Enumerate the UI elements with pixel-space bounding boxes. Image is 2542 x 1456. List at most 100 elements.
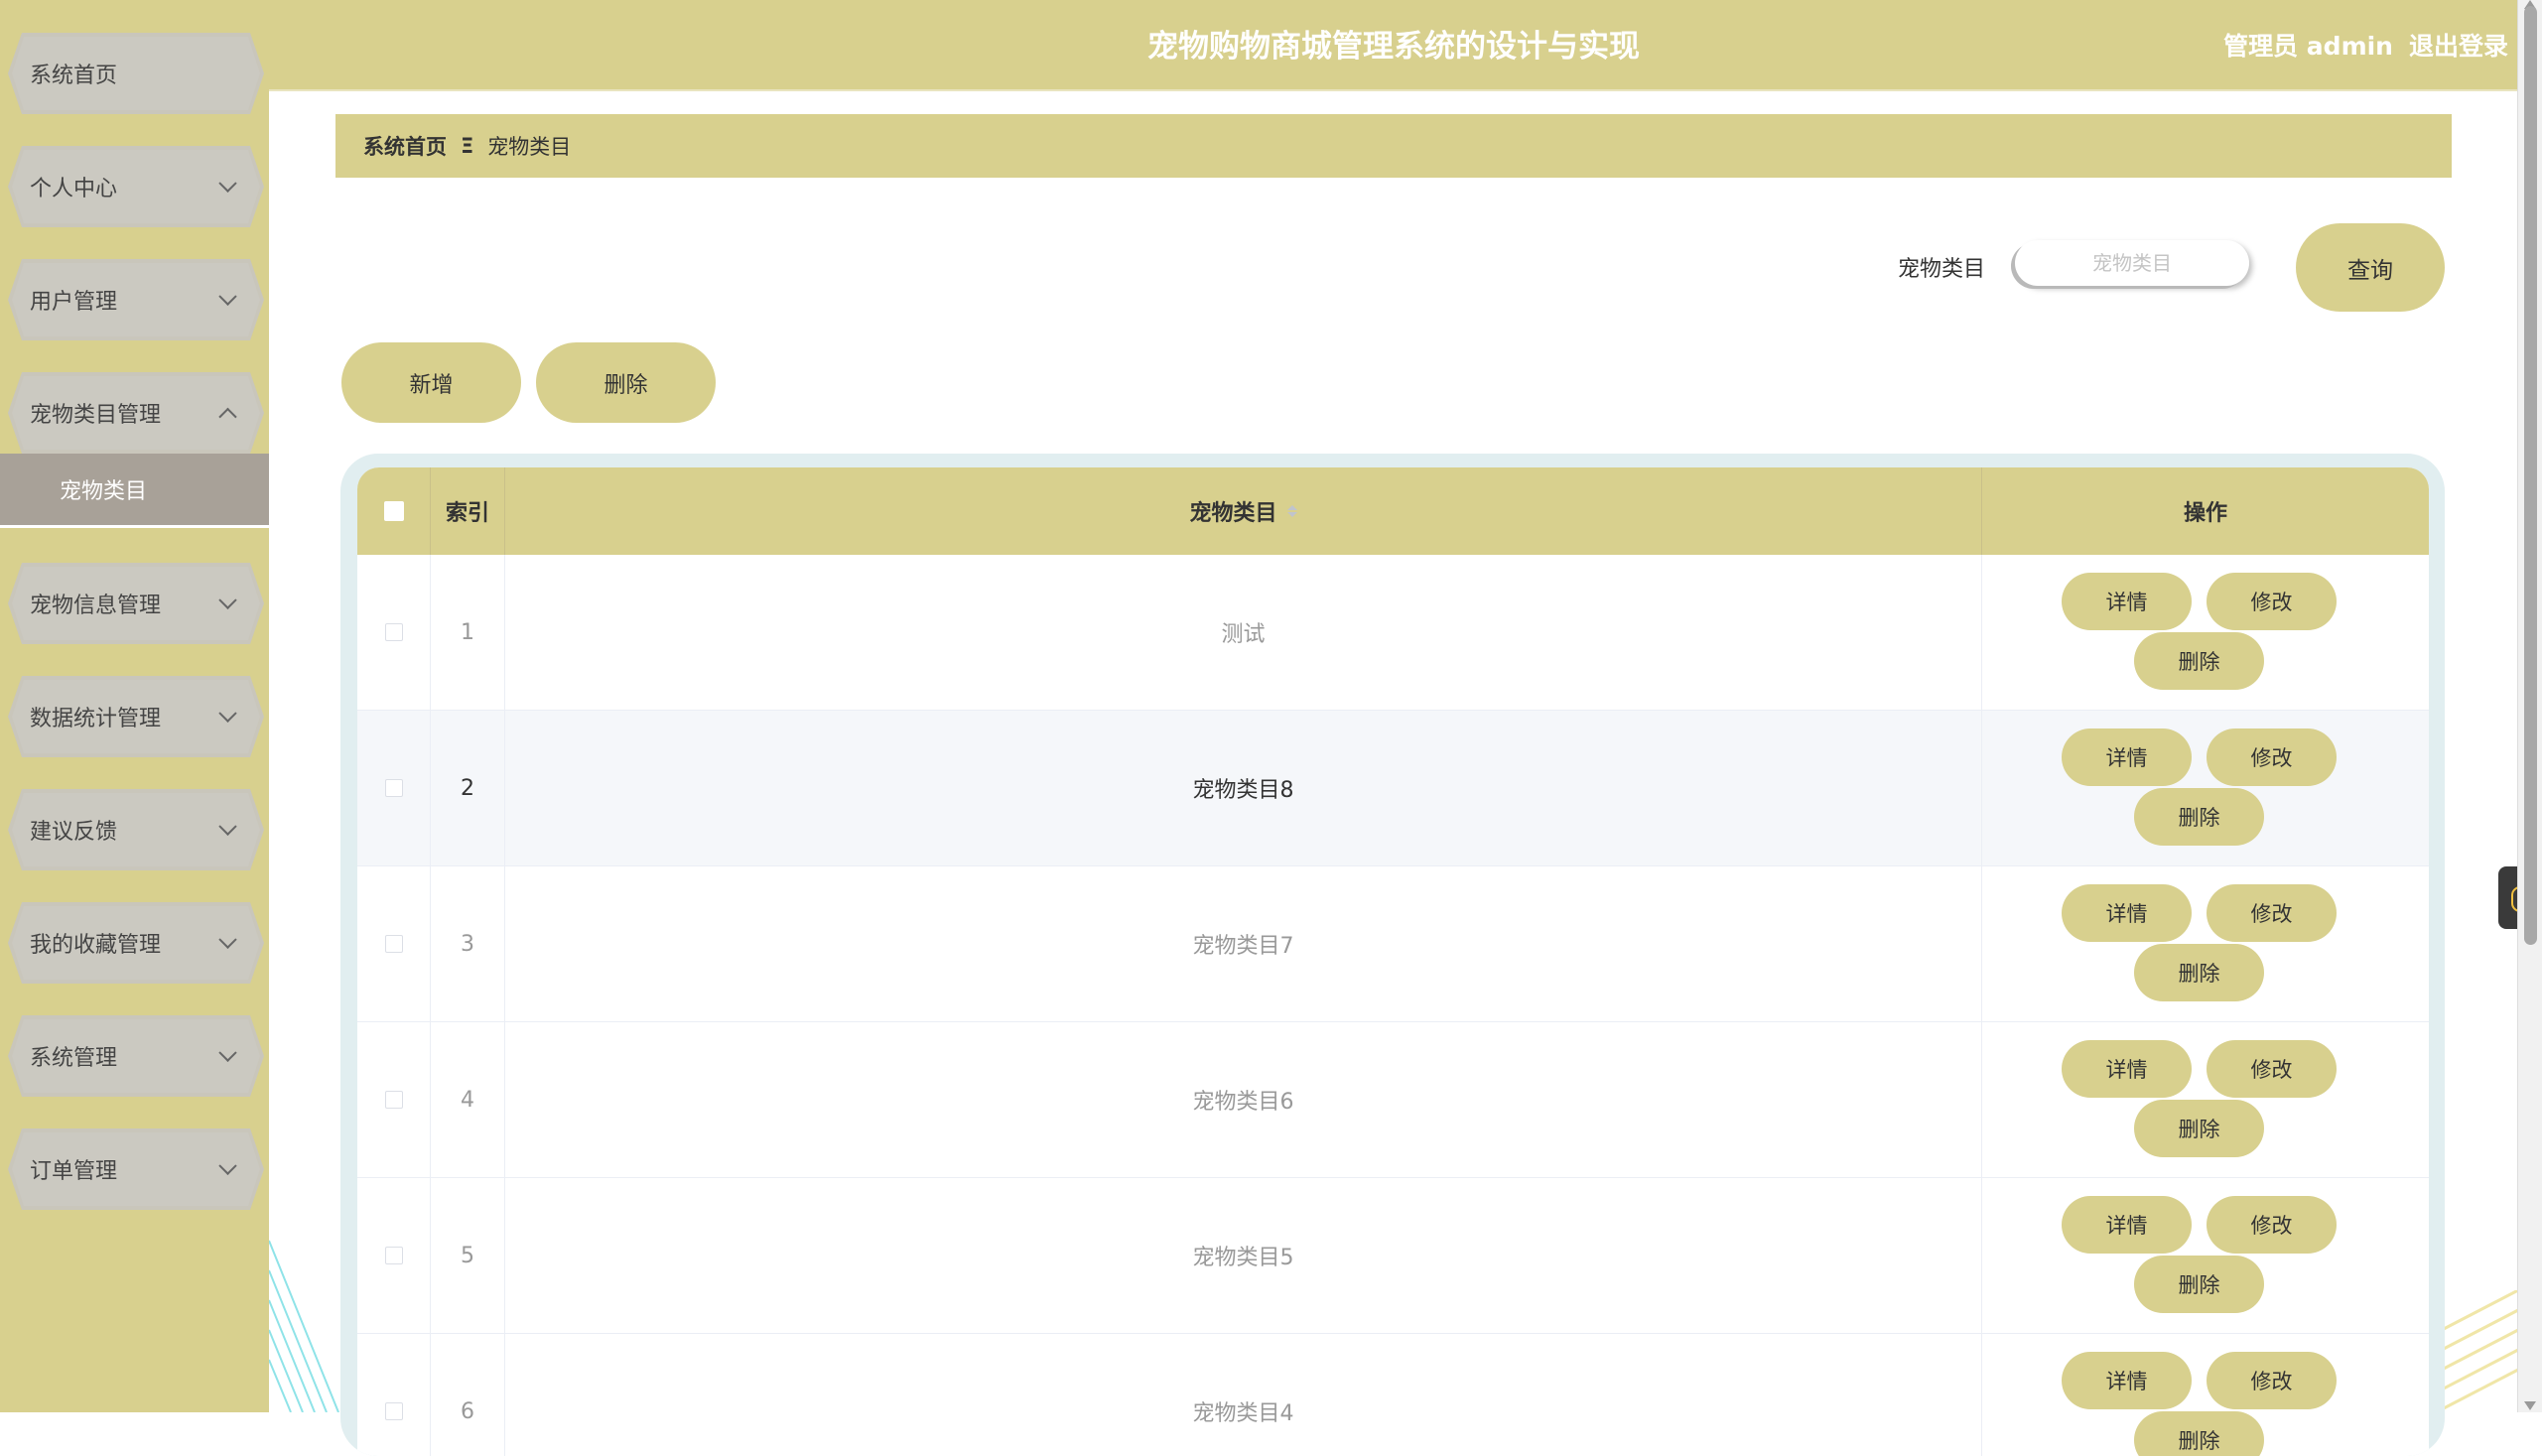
row-index: 4	[431, 1022, 505, 1177]
delete-button[interactable]: 删除	[2134, 632, 2264, 690]
sidebar-item-label: 系统管理	[30, 1046, 118, 1071]
row-index: 3	[431, 866, 505, 1021]
detail-button[interactable]: 详情	[2062, 1352, 2192, 1409]
row-checkbox[interactable]	[384, 1402, 403, 1420]
table-row: 5 宠物类目5 详情 修改 删除	[357, 1178, 2429, 1334]
sidebar-item-label: 宠物类目管理	[30, 403, 162, 428]
row-category-name: 宠物类目6	[505, 1022, 1982, 1177]
breadcrumb: 系统首页 Ξ 宠物类目	[335, 114, 2452, 178]
table-row: 2 宠物类目8 详情 修改 删除	[357, 711, 2429, 866]
table-row: 3 宠物类目7 详情 修改 删除	[357, 866, 2429, 1022]
header-category[interactable]: 宠物类目	[505, 467, 1982, 555]
scroll-down-arrow-icon[interactable]	[2524, 1401, 2536, 1410]
app-title: 宠物购物商城管理系统的设计与实现	[1147, 29, 1640, 65]
sidebar: 系统首页 个人中心 用户管理 宠物类目管理 宠物类目 宠物信息管理 数据统计管理…	[0, 0, 269, 1412]
sidebar-item-label: 我的收藏管理	[30, 933, 162, 958]
detail-button[interactable]: 详情	[2062, 884, 2192, 942]
delete-button[interactable]: 删除	[2134, 944, 2264, 1001]
sidebar-item-label: 宠物信息管理	[30, 594, 162, 618]
sidebar-subitem-pet-category[interactable]: 宠物类目	[0, 454, 269, 528]
edit-button[interactable]: 修改	[2207, 884, 2337, 942]
row-checkbox[interactable]	[384, 1091, 403, 1109]
decorative-lines	[269, 1240, 339, 1412]
detail-button[interactable]: 详情	[2062, 1040, 2192, 1098]
sidebar-item-label: 订单管理	[30, 1159, 118, 1184]
sidebar-item-statistics-management[interactable]: 数据统计管理	[8, 676, 264, 757]
row-actions: 详情 修改 删除	[1982, 1178, 2429, 1333]
row-category-name: 宠物类目5	[505, 1178, 1982, 1333]
query-button[interactable]: 查询	[2296, 223, 2445, 312]
add-button[interactable]: 新增	[341, 342, 521, 423]
table-row: 1 测试 详情 修改 删除	[357, 555, 2429, 711]
row-category-name: 宠物类目8	[505, 711, 1982, 865]
sidebar-item-label: 建议反馈	[30, 820, 118, 845]
sidebar-item-label: 个人中心	[30, 177, 118, 201]
row-checkbox[interactable]	[384, 779, 403, 797]
edit-button[interactable]: 修改	[2207, 1352, 2337, 1409]
top-header: 宠物购物商城管理系统的设计与实现 管理员 admin 退出登录	[269, 0, 2518, 91]
row-index: 1	[431, 555, 505, 710]
sidebar-item-favorites-management[interactable]: 我的收藏管理	[8, 902, 264, 984]
row-index: 2	[431, 711, 505, 865]
sidebar-item-system-management[interactable]: 系统管理	[8, 1015, 264, 1097]
row-category-name: 宠物类目7	[505, 866, 1982, 1021]
row-checkbox[interactable]	[384, 1247, 403, 1264]
search-input[interactable]	[2015, 240, 2249, 286]
page-scrollbar[interactable]	[2517, 0, 2542, 1412]
scrollbar-thumb[interactable]	[2524, 6, 2537, 945]
sidebar-item-home[interactable]: 系统首页	[8, 33, 264, 114]
breadcrumb-separator-icon: Ξ	[461, 134, 474, 158]
sidebar-subitem-label: 宠物类目	[60, 479, 148, 504]
sidebar-item-user-management[interactable]: 用户管理	[8, 259, 264, 340]
header-index: 索引	[431, 467, 505, 555]
table-frame: 索引 宠物类目 操作 1 测试 详情 修改 删除 2 宠物类目8 详情 修改 删…	[340, 454, 2445, 1456]
table-row: 4 宠物类目6 详情 修改 删除	[357, 1022, 2429, 1178]
row-actions: 详情 修改 删除	[1982, 711, 2429, 865]
sidebar-item-label: 系统首页	[30, 64, 118, 88]
detail-button[interactable]: 详情	[2062, 573, 2192, 630]
sidebar-item-order-management[interactable]: 订单管理	[8, 1128, 264, 1210]
edit-button[interactable]: 修改	[2207, 1040, 2337, 1098]
sort-icon[interactable]	[1286, 505, 1297, 517]
data-table: 索引 宠物类目 操作 1 测试 详情 修改 删除 2 宠物类目8 详情 修改 删…	[357, 467, 2429, 1456]
edit-button[interactable]: 修改	[2207, 1196, 2337, 1254]
header-operations: 操作	[2183, 501, 2227, 526]
select-all-checkbox[interactable]	[383, 501, 404, 521]
delete-button[interactable]: 删除	[2134, 1100, 2264, 1157]
breadcrumb-current: 宠物类目	[487, 135, 572, 159]
header-select-all[interactable]	[357, 467, 431, 555]
row-actions: 详情 修改 删除	[1982, 1334, 2429, 1456]
row-checkbox[interactable]	[384, 623, 403, 641]
row-actions: 详情 修改 删除	[1982, 1022, 2429, 1177]
sidebar-item-label: 用户管理	[30, 290, 118, 315]
delete-button[interactable]: 删除	[2134, 1256, 2264, 1313]
delete-button[interactable]: 删除	[2134, 1411, 2264, 1456]
detail-button[interactable]: 详情	[2062, 1196, 2192, 1254]
batch-delete-button[interactable]: 删除	[536, 342, 716, 423]
decorative-corner	[2442, 1290, 2518, 1411]
detail-button[interactable]: 详情	[2062, 728, 2192, 786]
row-checkbox[interactable]	[384, 935, 403, 953]
row-actions: 详情 修改 删除	[1982, 555, 2429, 710]
table-header: 索引 宠物类目 操作	[357, 467, 2429, 555]
logout-link[interactable]: 退出登录	[2409, 27, 2508, 63]
current-user: 管理员 admin	[2223, 32, 2393, 61]
header-category-label: 宠物类目	[1189, 501, 1277, 526]
sidebar-item-feedback[interactable]: 建议反馈	[8, 789, 264, 870]
edit-button[interactable]: 修改	[2207, 573, 2337, 630]
sidebar-item-pet-info-management[interactable]: 宠物信息管理	[8, 563, 264, 644]
row-actions: 详情 修改 删除	[1982, 866, 2429, 1021]
sidebar-item-pet-category-management[interactable]: 宠物类目管理	[8, 372, 264, 454]
edit-button[interactable]: 修改	[2207, 728, 2337, 786]
row-index: 5	[431, 1178, 505, 1333]
search-label: 宠物类目	[1898, 257, 1986, 282]
row-category-name: 测试	[505, 555, 1982, 710]
row-index: 6	[431, 1334, 505, 1456]
row-category-name: 宠物类目4	[505, 1334, 1982, 1456]
sidebar-item-label: 数据统计管理	[30, 707, 162, 731]
sidebar-item-personal-center[interactable]: 个人中心	[8, 146, 264, 227]
delete-button[interactable]: 删除	[2134, 788, 2264, 846]
table-row: 6 宠物类目4 详情 修改 删除	[357, 1334, 2429, 1456]
breadcrumb-home[interactable]: 系统首页	[363, 131, 447, 161]
user-area: 管理员 admin 退出登录	[2223, 0, 2508, 89]
